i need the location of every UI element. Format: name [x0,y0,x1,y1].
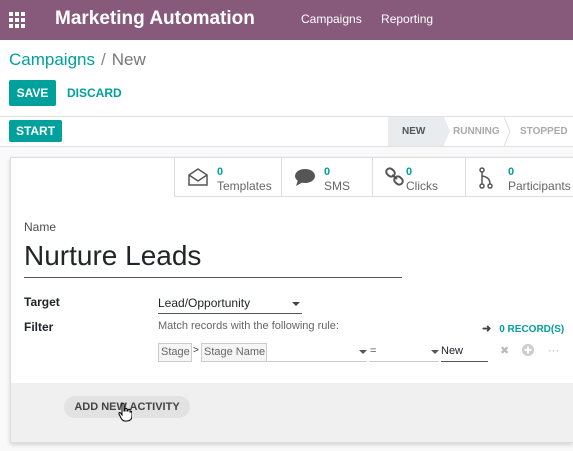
add-rule-icon[interactable] [522,344,534,359]
filter-rule-text: Match records with the following rule: [158,320,339,332]
stat-button-box: 0 Templates 0 SMS 0 Clicks 0 Participant… [174,157,573,197]
templates-count: 0 [217,166,224,178]
top-navbar: Marketing Automation Campaigns Reporting [0,0,573,40]
stage-stopped[interactable]: STOPPED [505,117,573,146]
breadcrumb: Campaigns / New [9,50,146,70]
templates-label: Templates [217,179,272,193]
caret-down-icon [359,350,367,354]
breadcrumb-current: New [111,50,146,69]
target-model-value: Lead/Opportunity [158,296,251,310]
campaign-name-input[interactable]: Nurture Leads [24,240,201,272]
stat-button-participants[interactable]: 0 Participants [465,157,573,197]
caret-down-icon [292,302,300,306]
name-input-underline [24,277,402,278]
arrow-right-icon: ➜ [482,323,492,335]
field-chain-stage-name[interactable]: Stage Name [201,343,267,362]
stage-new[interactable]: NEW [388,117,450,146]
operator-select[interactable]: = [369,343,439,362]
save-button[interactable]: SAVE [9,80,56,106]
participants-label: Participants [508,179,571,193]
clicks-count: 0 [406,166,413,178]
target-field-label: Target [24,295,60,309]
top-menu: Campaigns Reporting [301,12,449,26]
stage-new-label: NEW [402,126,426,137]
stage-statusbar: NEW RUNNING STOPPED [388,117,573,146]
start-button[interactable]: START [9,120,62,142]
ellipsis-icon[interactable]: ⋯ [548,344,559,357]
operator-value: = [370,345,377,357]
filter-field-label: Filter [24,320,54,334]
stat-button-templates[interactable]: 0 Templates [174,157,281,197]
name-field-label: Name [24,220,57,234]
stat-button-sms[interactable]: 0 SMS [281,157,372,197]
stage-stopped-label: STOPPED [520,126,568,137]
delete-rule-icon[interactable]: ✖ [500,344,509,357]
breadcrumb-separator: / [101,50,106,69]
stage-arrow [444,117,450,145]
records-count-link[interactable]: ➜ 0 RECORD(S) [482,322,564,335]
menu-item-reporting[interactable]: Reporting [381,12,433,26]
discard-button[interactable]: DISCARD [67,86,122,100]
app-title[interactable]: Marketing Automation [55,8,255,30]
breadcrumb-campaigns[interactable]: Campaigns [9,50,95,69]
hand-pointer-cursor-icon [118,402,132,422]
comment-icon [295,169,315,186]
link-icon [385,167,404,186]
stage-running-label: RUNNING [453,126,500,137]
stat-button-clicks[interactable]: 0 Clicks [372,157,465,197]
code-fork-icon [479,167,493,189]
participants-count: 0 [508,166,515,178]
field-chain-separator-icon: > [193,345,199,356]
records-count-label: 0 RECORD(S) [499,324,565,335]
domain-value-input[interactable]: New [441,343,488,362]
apps-menu-icon[interactable] [9,12,25,28]
caret-down-icon [431,350,439,354]
sms-count: 0 [324,166,331,178]
target-model-select[interactable]: Lead/Opportunity [158,296,302,314]
stage-running[interactable]: RUNNING [444,117,511,146]
plus-circle-icon [522,344,534,356]
menu-item-campaigns[interactable]: Campaigns [301,12,362,26]
envelope-icon [188,168,208,186]
clicks-label: Clicks [406,179,438,193]
field-chain-stage[interactable]: Stage [158,343,192,362]
sms-label: SMS [324,179,351,193]
